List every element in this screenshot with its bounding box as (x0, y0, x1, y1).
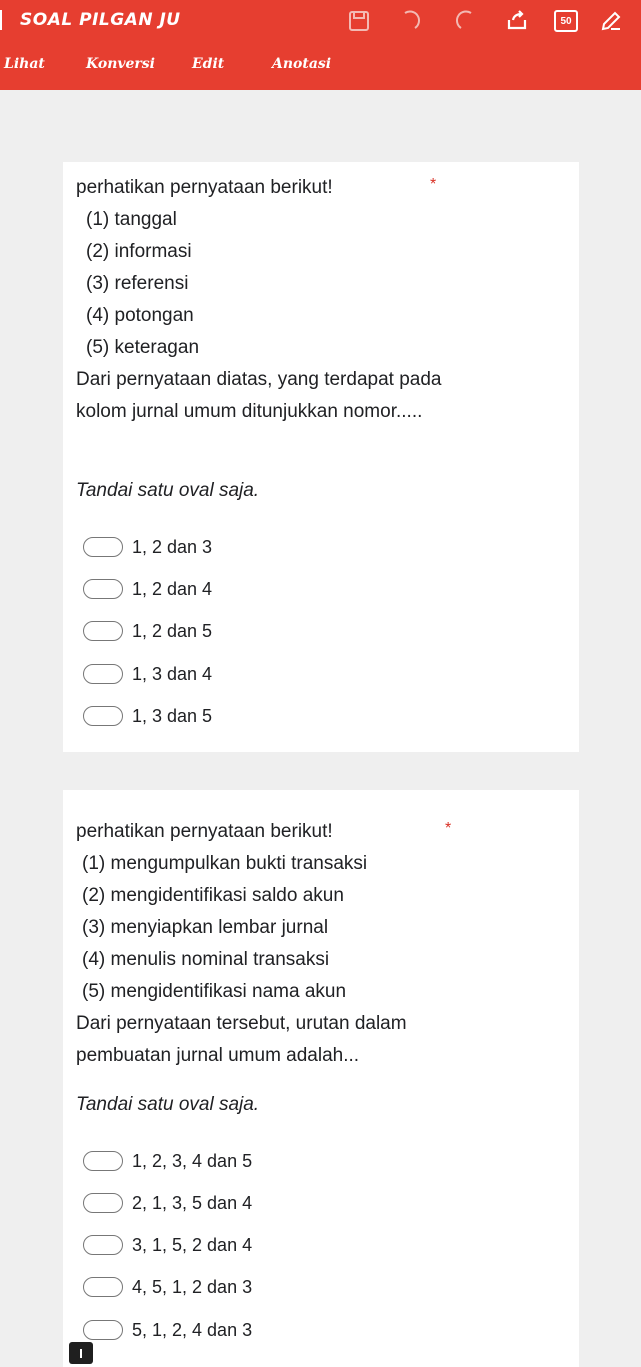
tab-anotasi[interactable]: Anotasi (272, 56, 331, 72)
radio-oval[interactable] (83, 621, 123, 641)
option-label: 1, 3 dan 4 (132, 663, 213, 684)
question-text: perhatikan pernyataan berikut! (1) mengu… (76, 816, 496, 1072)
redo-icon[interactable] (450, 6, 480, 36)
cursor-bar (80, 1348, 82, 1358)
option-label: 1, 3 dan 5 (132, 705, 213, 726)
option-radio[interactable]: 1, 3 dan 4 (83, 659, 212, 689)
page-count-icon[interactable]: 50 (551, 6, 581, 36)
tab-bar: Lihat Konversi Edit Anotasi (0, 50, 641, 84)
statement-item: (2) mengidentifikasi saldo akun (82, 885, 344, 906)
question-intro: perhatikan pernyataan berikut! (76, 821, 333, 842)
option-radio[interactable]: 2, 1, 3, 5 dan 4 (83, 1188, 252, 1218)
statement-item: (3) referensi (86, 273, 189, 294)
undo-icon[interactable] (396, 6, 426, 36)
statement-item: (5) keteragan (86, 337, 200, 358)
option-label: 1, 2 dan 5 (132, 620, 213, 641)
statement-item: (4) menulis nominal transaksi (82, 949, 330, 970)
statement-item: (1) mengumpulkan bukti transaksi (82, 853, 368, 874)
radio-oval[interactable] (83, 1193, 123, 1213)
option-radio[interactable]: 1, 2 dan 4 (83, 574, 212, 604)
option-label: 3, 1, 5, 2 dan 4 (132, 1234, 253, 1255)
statement-item: (1) tanggal (86, 209, 177, 230)
radio-oval[interactable] (83, 664, 123, 684)
statement-item: (3) menyiapkan lembar jurnal (82, 917, 329, 938)
back-edge[interactable] (0, 10, 2, 30)
tab-konversi[interactable]: Konversi (86, 56, 155, 72)
option-label: 1, 2 dan 4 (132, 578, 213, 599)
top-bar: SOAL PILGAN JU 50 Lihat Konversi Edit An… (0, 0, 641, 90)
option-radio[interactable]: 3, 1, 5, 2 dan 4 (83, 1230, 252, 1260)
choice-hint: Tandai satu oval saja. (76, 1094, 260, 1115)
question-prompt: Dari pernyataan tersebut, urutan dalam p… (76, 1013, 407, 1066)
option-label: 4, 5, 1, 2 dan 3 (132, 1276, 253, 1297)
pen-icon[interactable] (596, 6, 626, 36)
radio-oval[interactable] (83, 1151, 123, 1171)
title-row: SOAL PILGAN JU 50 (0, 0, 641, 42)
radio-oval[interactable] (83, 1320, 123, 1340)
radio-oval[interactable] (83, 579, 123, 599)
option-label: 2, 1, 3, 5 dan 4 (132, 1192, 253, 1213)
share-icon[interactable] (502, 6, 532, 36)
text-cursor-handle[interactable] (69, 1342, 93, 1364)
option-label: 1, 2 dan 3 (132, 536, 213, 557)
radio-oval[interactable] (83, 537, 123, 557)
option-radio[interactable]: 1, 2 dan 3 (83, 532, 212, 562)
required-mark: * (430, 176, 437, 193)
save-icon[interactable] (344, 6, 374, 36)
option-radio[interactable]: 4, 5, 1, 2 dan 3 (83, 1272, 252, 1302)
question-intro: perhatikan pernyataan berikut! (76, 177, 333, 198)
radio-oval[interactable] (83, 1277, 123, 1297)
question-prompt: Dari pernyataan diatas, yang terdapat pa… (76, 369, 442, 422)
statement-item: (4) potongan (86, 305, 194, 326)
option-radio[interactable]: 1, 3 dan 5 (83, 701, 212, 731)
option-radio[interactable]: 1, 2 dan 5 (83, 616, 212, 646)
required-mark: * (445, 820, 452, 837)
question-card-2: perhatikan pernyataan berikut! (1) mengu… (63, 790, 579, 1367)
option-label: 5, 1, 2, 4 dan 3 (132, 1319, 253, 1340)
option-radio[interactable]: 1, 2, 3, 4 dan 5 (83, 1146, 252, 1176)
radio-oval[interactable] (83, 706, 123, 726)
tab-lihat[interactable]: Lihat (4, 56, 45, 72)
question-text: perhatikan pernyataan berikut! (1) tangg… (76, 172, 476, 428)
radio-oval[interactable] (83, 1235, 123, 1255)
tab-edit[interactable]: Edit (192, 56, 224, 72)
option-radio[interactable]: 5, 1, 2, 4 dan 3 (83, 1315, 252, 1345)
statement-item: (2) informasi (86, 241, 192, 262)
question-card-1: perhatikan pernyataan berikut! (1) tangg… (63, 162, 579, 752)
option-label: 1, 2, 3, 4 dan 5 (132, 1150, 253, 1171)
document-title: SOAL PILGAN JU (20, 10, 181, 30)
statement-item: (5) mengidentifikasi nama akun (82, 981, 347, 1002)
choice-hint: Tandai satu oval saja. (76, 480, 260, 501)
